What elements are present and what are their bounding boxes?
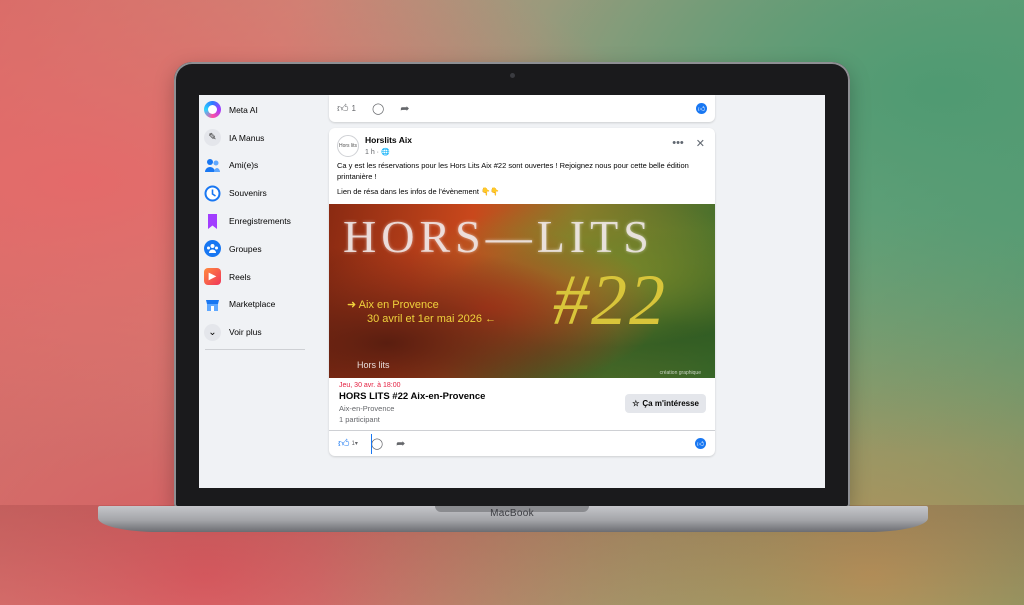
post-text-paragraph: Ca y est les réservations pour les Hors …	[337, 161, 689, 181]
laptop-brand-label: MacBook	[490, 508, 534, 519]
event-details: Jeu, 30 avr. à 18:00 HORS LITS #22 Aix-e…	[329, 378, 715, 430]
left-sidebar: Meta AI ✎ IA Manus Ami(e)s Souvenirs Enr…	[199, 95, 311, 488]
avatar[interactable]: Hors lits	[337, 135, 359, 157]
sidebar-item-reels[interactable]: ▶ Reels	[199, 263, 311, 291]
sidebar-item-see-more[interactable]: ⌄ Voir plus	[199, 318, 311, 346]
memories-clock-icon	[204, 185, 221, 202]
post-action-bar: 👍︎ 1▾ ◯ ➦ 👍︎	[329, 430, 715, 456]
news-feed: 👍︎ 1 ◯ ➦ 👍︎ Hors lits Horslits Aix 1 h ·…	[329, 95, 715, 456]
sidebar-item-label: Reels	[229, 271, 251, 282]
sidebar-item-ia-manus[interactable]: ✎ IA Manus	[199, 124, 311, 152]
action-row: 👍︎ 1 ◯ ➦	[337, 102, 409, 115]
friends-icon	[204, 157, 221, 174]
sidebar-item-label: Enregistrements	[229, 216, 291, 227]
event-date: Jeu, 30 avr. à 18:00	[339, 382, 401, 389]
reaction-chevron-icon: 1▾	[351, 441, 358, 447]
sidebar-item-label: Souvenirs	[229, 188, 267, 199]
thumbs-up-icon: 👍︎	[338, 438, 350, 450]
poster-number: #22	[553, 260, 667, 340]
thumbs-up-icon: 👍︎	[337, 103, 349, 115]
sidebar-item-label: IA Manus	[229, 132, 265, 143]
poster-dates: 30 avril et 1er mai 2026 ←	[367, 313, 497, 325]
comment-button[interactable]: ◯	[371, 437, 383, 450]
star-icon: ☆	[632, 399, 640, 408]
sidebar-item-label: Marketplace	[229, 299, 276, 310]
previous-post-actions: 👍︎ 1 ◯ ➦ 👍︎	[329, 95, 715, 122]
post-author[interactable]: Horslits Aix	[365, 135, 412, 145]
like-button[interactable]: 👍︎ 1▾	[338, 437, 358, 450]
poster-title: HORS—LITS	[343, 211, 654, 262]
share-button[interactable]: ➦	[400, 102, 409, 115]
event-post: Hors lits Horslits Aix 1 h · 🌐 ••• ✕ Ca …	[329, 128, 715, 456]
share-icon: ➦	[400, 103, 410, 115]
poster-logo: Hors lits	[357, 360, 390, 370]
sidebar-item-marketplace[interactable]: Marketplace	[199, 291, 311, 319]
post-header: Hors lits Horslits Aix 1 h · 🌐	[329, 128, 715, 158]
focus-indicator	[371, 434, 372, 454]
interested-label: Ça m'intéresse	[642, 399, 699, 408]
event-participants: 1 participant	[339, 415, 380, 424]
sidebar-item-groups[interactable]: Groupes	[199, 235, 311, 263]
post-text-paragraph: Lien de résa dans les infos de l'évèneme…	[337, 187, 500, 196]
interested-button[interactable]: ☆ Ça m'intéresse	[625, 394, 706, 413]
comment-icon: ◯	[371, 103, 385, 115]
post-tools: ••• ✕	[672, 137, 705, 150]
screen: Meta AI ✎ IA Manus Ami(e)s Souvenirs Enr…	[199, 95, 825, 488]
reaction-like-icon: 👍︎	[696, 103, 707, 114]
groups-icon	[204, 240, 221, 258]
share-button[interactable]: ➦	[396, 437, 405, 450]
sidebar-item-label: Meta AI	[229, 104, 258, 115]
reaction-like-icon: 👍︎	[695, 438, 706, 449]
poster-credit: création graphique	[659, 370, 701, 376]
event-poster-image[interactable]: HORS—LITS #22 ➜ Aix en Provence 30 avril…	[329, 204, 715, 378]
sidebar-item-label: Groupes	[229, 243, 262, 254]
more-options-icon[interactable]: •••	[672, 137, 684, 150]
like-button[interactable]: 👍︎ 1	[337, 102, 356, 115]
reels-icon: ▶	[204, 268, 221, 286]
bookmark-icon	[204, 213, 221, 230]
comment-icon: ◯	[370, 438, 384, 450]
sidebar-item-meta-ai[interactable]: Meta AI	[199, 96, 311, 124]
sidebar-divider	[205, 349, 305, 350]
like-count: 1	[351, 104, 356, 113]
poster-city: ➜ Aix en Provence	[347, 299, 439, 311]
sidebar-item-saved[interactable]: Enregistrements	[199, 207, 311, 235]
meta-ai-icon	[204, 101, 221, 119]
share-icon: ➦	[396, 438, 406, 450]
post-text: Ca y est les réservations pour les Hors …	[329, 158, 715, 197]
sidebar-item-label: Voir plus	[229, 327, 262, 338]
sidebar-item-friends[interactable]: Ami(e)s	[199, 152, 311, 180]
marketplace-icon	[204, 296, 221, 313]
chevron-down-icon: ⌄	[204, 323, 221, 341]
post-timestamp[interactable]: 1 h · 🌐	[365, 148, 412, 156]
sidebar-item-label: Ami(e)s	[229, 160, 259, 171]
webcam	[510, 73, 515, 78]
close-icon[interactable]: ✕	[696, 137, 705, 150]
comment-button[interactable]: ◯	[372, 102, 384, 115]
sidebar-item-memories[interactable]: Souvenirs	[199, 179, 311, 207]
manus-icon: ✎	[204, 129, 221, 147]
